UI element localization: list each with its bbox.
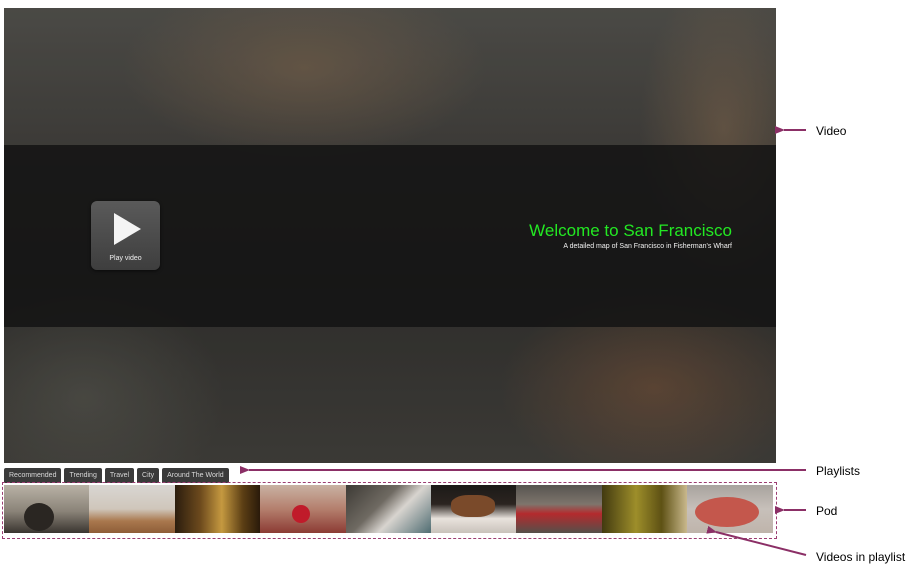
annotation-pod: Pod	[816, 504, 838, 518]
annotation-arrows	[240, 126, 807, 556]
annotation-video: Video	[816, 124, 847, 138]
videos-in-playlist-arrow	[706, 525, 807, 556]
annotation-videos-in-playlist: Videos in playlist	[816, 550, 906, 564]
annotation-playlists: Playlists	[816, 464, 861, 478]
